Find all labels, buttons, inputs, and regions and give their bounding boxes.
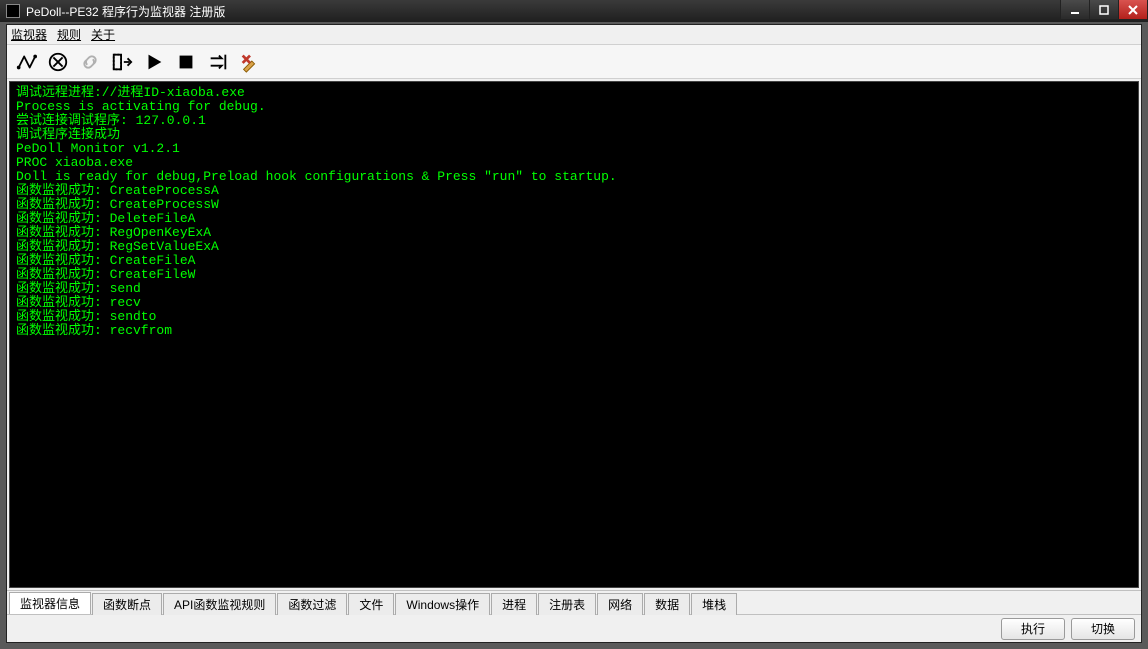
- attach-process-icon: [111, 51, 133, 73]
- play-icon: [143, 51, 165, 73]
- toolbar-step-button[interactable]: [203, 48, 233, 76]
- maximize-button[interactable]: [1089, 0, 1119, 20]
- console-output[interactable]: 调试远程进程://进程ID-xiaoba.exeProcess is activ…: [9, 81, 1139, 588]
- tab-data[interactable]: 数据: [644, 593, 690, 615]
- toolbar-link-button[interactable]: [75, 48, 105, 76]
- tab-windows-operations[interactable]: Windows操作: [395, 593, 490, 615]
- chain-link-icon: [79, 51, 101, 73]
- menubar: 监视器 规则 关于: [7, 25, 1141, 45]
- window-controls: [1061, 0, 1148, 22]
- console-line: 调试程序连接成功: [16, 128, 1132, 142]
- app-icon: [6, 4, 20, 18]
- menu-monitor[interactable]: 监视器: [11, 26, 47, 43]
- console-line: 函数监视成功: sendto: [16, 310, 1132, 324]
- console-line: 函数监视成功: send: [16, 282, 1132, 296]
- window-title: PeDoll--PE32 程序行为监视器 注册版: [26, 3, 1061, 20]
- footer-bar: 执行 切换: [7, 614, 1141, 642]
- titlebar: PeDoll--PE32 程序行为监视器 注册版: [0, 0, 1148, 22]
- switch-button[interactable]: 切换: [1071, 618, 1135, 640]
- toolbar: [7, 45, 1141, 79]
- tab-monitor-info[interactable]: 监视器信息: [9, 592, 91, 614]
- menu-rules[interactable]: 规则: [57, 26, 81, 43]
- console-line: 函数监视成功: CreateProcessA: [16, 184, 1132, 198]
- toolbar-clear-button[interactable]: [235, 48, 265, 76]
- tab-function-filter[interactable]: 函数过滤: [277, 593, 347, 615]
- toolbar-debug-button[interactable]: [11, 48, 41, 76]
- console-line: 函数监视成功: CreateFileA: [16, 254, 1132, 268]
- brush-clear-icon: [239, 51, 261, 73]
- close-icon: [1127, 4, 1139, 16]
- console-line: 函数监视成功: RegSetValueExA: [16, 240, 1132, 254]
- stop-square-icon: [175, 51, 197, 73]
- console-line: 函数监视成功: CreateProcessW: [16, 198, 1132, 212]
- bottom-tabstrip: 监视器信息 函数断点 API函数监视规则 函数过滤 文件 Windows操作 进…: [7, 590, 1141, 614]
- console-line: Doll is ready for debug,Preload hook con…: [16, 170, 1132, 184]
- minimize-button[interactable]: [1060, 0, 1090, 20]
- debug-arrows-icon: [15, 51, 37, 73]
- console-line: 函数监视成功: DeleteFileA: [16, 212, 1132, 226]
- toolbar-attach-button[interactable]: [107, 48, 137, 76]
- tab-processes[interactable]: 进程: [491, 593, 537, 615]
- close-button[interactable]: [1118, 0, 1148, 20]
- step-arrows-icon: [207, 51, 229, 73]
- minimize-icon: [1069, 4, 1081, 16]
- client-area: 监视器 规则 关于: [6, 24, 1142, 643]
- menu-about[interactable]: 关于: [91, 26, 115, 43]
- tab-registry[interactable]: 注册表: [538, 593, 596, 615]
- tab-api-monitor-rules[interactable]: API函数监视规则: [163, 593, 276, 615]
- console-line: Process is activating for debug.: [16, 100, 1132, 114]
- console-line: 函数监视成功: recv: [16, 296, 1132, 310]
- console-line: 尝试连接调试程序: 127.0.0.1: [16, 114, 1132, 128]
- tab-stack[interactable]: 堆栈: [691, 593, 737, 615]
- console-line: PeDoll Monitor v1.2.1: [16, 142, 1132, 156]
- console-line: PROC xiaoba.exe: [16, 156, 1132, 170]
- maximize-icon: [1098, 4, 1110, 16]
- console-line: 函数监视成功: CreateFileW: [16, 268, 1132, 282]
- tab-files[interactable]: 文件: [348, 593, 394, 615]
- toolbar-run-button[interactable]: [139, 48, 169, 76]
- toolbar-stop-debug-button[interactable]: [43, 48, 73, 76]
- console-line: 函数监视成功: recvfrom: [16, 324, 1132, 338]
- circle-x-icon: [47, 51, 69, 73]
- console-line: 函数监视成功: RegOpenKeyExA: [16, 226, 1132, 240]
- console-line: 调试远程进程://进程ID-xiaoba.exe: [16, 86, 1132, 100]
- toolbar-break-button[interactable]: [171, 48, 201, 76]
- tab-network[interactable]: 网络: [597, 593, 643, 615]
- execute-button[interactable]: 执行: [1001, 618, 1065, 640]
- tab-function-breakpoints[interactable]: 函数断点: [92, 593, 162, 615]
